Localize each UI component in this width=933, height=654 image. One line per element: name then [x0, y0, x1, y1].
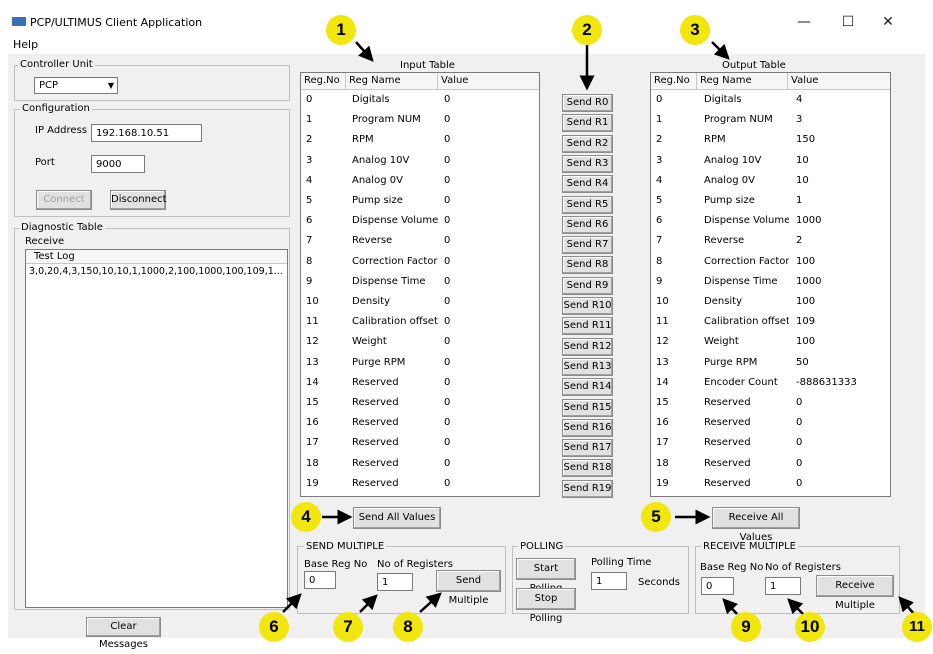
arrow-9 [722, 598, 739, 615]
callout-5: 5 [641, 502, 671, 532]
callout-8: 8 [393, 612, 423, 642]
arrow-7 [359, 594, 378, 613]
callout-6: 6 [259, 612, 289, 642]
arrow-3 [711, 41, 730, 60]
annotation-arrows [282, 41, 916, 616]
arrow-10 [787, 598, 804, 615]
callout-3: 3 [680, 15, 710, 45]
callout-2: 2 [572, 15, 602, 45]
callout-11: 11 [902, 612, 932, 642]
callout-1: 1 [326, 15, 356, 45]
arrow-1 [355, 41, 374, 62]
callout-9: 9 [731, 612, 761, 642]
callout-4: 4 [291, 502, 321, 532]
arrow-6 [282, 593, 302, 613]
arrow-8 [419, 592, 442, 613]
callout-7: 7 [333, 612, 363, 642]
callout-10: 10 [795, 612, 825, 642]
